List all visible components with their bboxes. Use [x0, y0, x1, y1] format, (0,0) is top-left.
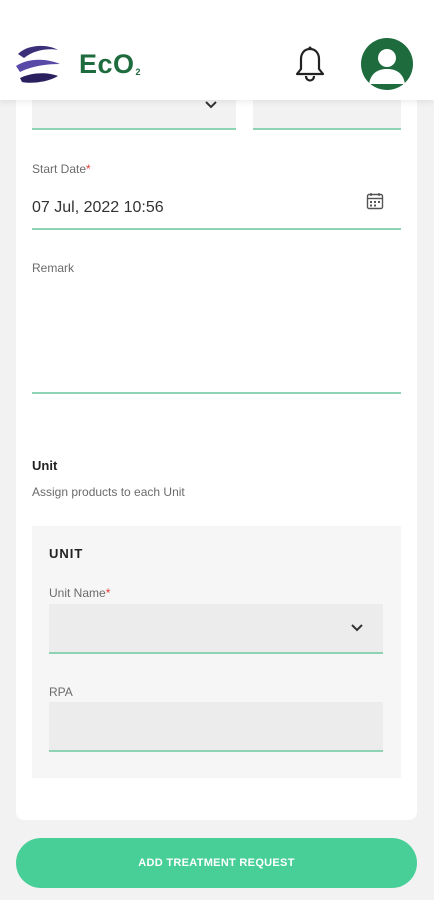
remark-underline — [32, 392, 401, 394]
rpa-label: RPA — [49, 685, 73, 699]
unit-card-title: UNIT — [49, 546, 84, 561]
avatar-icon — [369, 49, 405, 84]
top-select-field[interactable] — [32, 100, 236, 128]
remark-textarea[interactable] — [32, 280, 401, 390]
top-select-underline — [32, 128, 236, 130]
unit-section-title: Unit — [32, 458, 58, 473]
top-right-underline — [253, 128, 401, 130]
unit-name-label: Unit Name* — [49, 586, 111, 600]
start-date-underline — [32, 228, 401, 230]
add-treatment-request-button[interactable]: ADD TREATMENT REQUEST — [16, 838, 417, 888]
app-header: EcO2 — [0, 0, 434, 100]
remark-label: Remark — [32, 261, 75, 275]
unit-name-underline — [49, 652, 383, 654]
chevron-down-icon — [351, 624, 363, 632]
bell-icon[interactable] — [294, 45, 326, 83]
unit-name-select[interactable] — [49, 604, 383, 652]
unit-card: UNIT Unit Name* RPA — [32, 526, 401, 778]
start-date-label: Start Date* — [32, 162, 91, 176]
calendar-icon[interactable] — [366, 192, 384, 210]
chevron-down-icon — [205, 101, 217, 109]
rpa-underline — [49, 750, 383, 752]
rpa-input[interactable] — [49, 702, 383, 750]
avatar[interactable] — [361, 38, 413, 90]
app-logo: EcO2 — [79, 49, 142, 79]
unit-section-subtitle: Assign products to each Unit — [32, 485, 185, 499]
top-right-field[interactable] — [253, 100, 401, 128]
start-date-input[interactable]: 07 Jul, 2022 10:56 — [32, 199, 164, 217]
form-card: Start Date* 07 Jul, 2022 10:56 Remark Un… — [16, 80, 417, 820]
logo-mark-icon — [16, 45, 60, 83]
